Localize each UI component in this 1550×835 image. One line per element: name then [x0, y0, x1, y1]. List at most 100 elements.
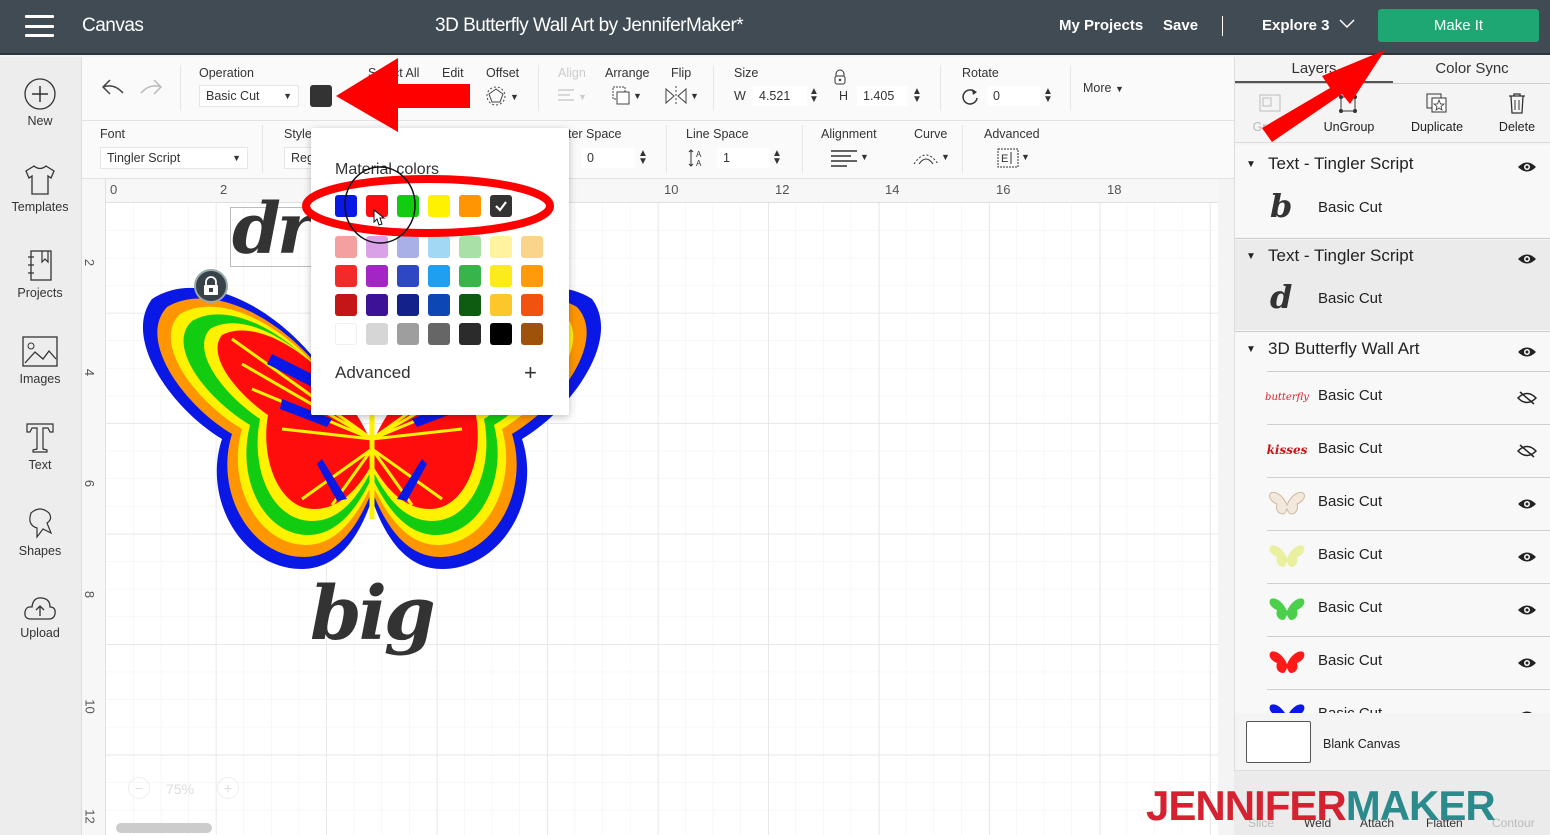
eye-slash-icon[interactable]	[1517, 444, 1537, 458]
arrange-icon[interactable]: ▼	[610, 85, 644, 107]
eye-icon[interactable]	[1517, 709, 1537, 713]
nav-projects[interactable]: Projects	[0, 249, 80, 300]
eye-icon[interactable]	[1517, 345, 1537, 359]
layer-group[interactable]: ▼ Text - Tingler Script b Basic Cut	[1235, 145, 1550, 237]
collapse-triangle-icon[interactable]: ▼	[1246, 159, 1256, 170]
line-space-input[interactable]: 1	[716, 147, 770, 169]
curve-icon[interactable]: ▼	[912, 148, 950, 168]
eye-slash-icon[interactable]	[1517, 391, 1537, 405]
color-swatch[interactable]	[335, 236, 357, 258]
color-swatch[interactable]	[335, 195, 357, 217]
group-button[interactable]: Group	[1230, 88, 1310, 134]
offset-icon[interactable]: ▼	[486, 85, 520, 107]
color-swatch[interactable]	[428, 323, 450, 345]
color-swatch[interactable]	[428, 294, 450, 316]
color-swatch[interactable]	[459, 265, 481, 287]
undo-icon[interactable]	[100, 77, 126, 97]
tab-color-sync[interactable]: Color Sync	[1393, 57, 1550, 83]
color-swatch[interactable]	[428, 195, 450, 217]
letter-space-stepper[interactable]: ▲ ▼	[638, 149, 648, 167]
layer-item[interactable]: butterfly Basic Cut	[1235, 371, 1550, 424]
hamburger-icon[interactable]	[25, 15, 54, 37]
color-swatch[interactable]	[428, 236, 450, 258]
offset-label[interactable]: Offset	[486, 66, 519, 80]
blank-canvas-row[interactable]: Blank Canvas	[1235, 714, 1550, 774]
collapse-triangle-icon[interactable]: ▼	[1246, 251, 1256, 262]
nav-upload[interactable]: Upload	[0, 593, 80, 640]
layer-item[interactable]: d Basic Cut	[1235, 278, 1550, 324]
select-all-label[interactable]: Select All	[368, 66, 419, 80]
advanced-label[interactable]: Advanced	[335, 363, 411, 383]
more-button[interactable]: More ▼	[1083, 81, 1124, 95]
color-swatch[interactable]	[521, 236, 543, 258]
color-swatch[interactable]	[459, 323, 481, 345]
canvas-text-big[interactable]: big	[310, 571, 436, 657]
layer-item[interactable]: b Basic Cut	[1235, 187, 1550, 233]
operation-select[interactable]: Basic Cut ▼	[199, 85, 299, 107]
color-swatch[interactable]	[366, 236, 388, 258]
color-swatch[interactable]	[335, 265, 357, 287]
flip-icon[interactable]: ▼	[664, 85, 700, 107]
color-swatch[interactable]	[490, 323, 512, 345]
eye-icon[interactable]	[1517, 252, 1537, 266]
flip-label[interactable]: Flip	[671, 66, 691, 80]
contour-button[interactable]: Contour	[1492, 816, 1535, 830]
design-canvas[interactable]: 0 2 4 6 8 10 12 14 16 18 2 4 6 8 10 12 d…	[82, 179, 1234, 835]
layer-group[interactable]: ▼ 3D Butterfly Wall Art butterfly Basic C…	[1235, 333, 1550, 713]
color-swatch[interactable]	[459, 236, 481, 258]
eye-icon[interactable]	[1517, 550, 1537, 564]
zoom-out-button[interactable]: −	[128, 777, 150, 799]
nav-text[interactable]: Text	[0, 421, 80, 472]
color-swatch[interactable]	[490, 294, 512, 316]
eye-icon[interactable]	[1517, 656, 1537, 670]
eye-icon[interactable]	[1517, 603, 1537, 617]
color-swatch[interactable]	[397, 323, 419, 345]
color-swatch[interactable]	[366, 294, 388, 316]
color-swatch-selected[interactable]	[490, 195, 512, 217]
collapse-triangle-icon[interactable]: ▼	[1246, 344, 1256, 355]
color-swatch[interactable]	[335, 294, 357, 316]
color-swatch[interactable]	[366, 323, 388, 345]
width-input[interactable]: 4.521	[752, 85, 808, 107]
color-swatch[interactable]	[521, 265, 543, 287]
vertical-scrollbar[interactable]	[1218, 179, 1234, 835]
material-color-swatch[interactable]	[310, 85, 332, 107]
delete-button[interactable]: Delete	[1477, 88, 1550, 134]
layer-item[interactable]: Basic Cut	[1235, 530, 1550, 583]
lock-badge[interactable]	[194, 269, 228, 303]
color-swatch[interactable]	[397, 195, 419, 217]
horizontal-scrollbar[interactable]	[116, 823, 212, 833]
chevron-down-icon[interactable]	[1338, 16, 1356, 30]
height-input[interactable]: 1.405	[856, 85, 908, 107]
alignment-icon[interactable]: ▼	[830, 148, 870, 168]
layer-item[interactable]: Basic Cut	[1235, 689, 1550, 713]
width-stepper[interactable]: ▲ ▼	[809, 87, 819, 105]
make-it-button[interactable]: Make It	[1378, 9, 1539, 42]
arrange-label[interactable]: Arrange	[605, 66, 649, 80]
edit-scissors-icon[interactable]: ▼	[438, 85, 472, 105]
rotate-input[interactable]: 0	[986, 85, 1042, 107]
font-select[interactable]: Tingler Script ▼	[100, 147, 248, 169]
color-swatch[interactable]	[335, 323, 357, 345]
group-header[interactable]: ▼ Text - Tingler Script	[1235, 243, 1550, 273]
layer-item[interactable]: kisses Basic Cut	[1235, 424, 1550, 477]
machine-select[interactable]: Explore 3	[1262, 17, 1330, 34]
rotate-stepper[interactable]: ▲ ▼	[1043, 87, 1053, 105]
layer-group[interactable]: ▼ Text - Tingler Script d Basic Cut	[1235, 240, 1550, 330]
layer-item[interactable]: Basic Cut	[1235, 636, 1550, 689]
layer-item[interactable]: Basic Cut	[1235, 583, 1550, 636]
my-projects-link[interactable]: My Projects	[1059, 17, 1143, 34]
color-swatch[interactable]	[459, 294, 481, 316]
nav-new[interactable]: New	[0, 77, 80, 128]
nav-templates[interactable]: Templates	[0, 163, 80, 214]
color-swatch[interactable]	[459, 195, 481, 217]
line-space-stepper[interactable]: ▲ ▼	[772, 149, 782, 167]
layer-item[interactable]: Basic Cut	[1235, 477, 1550, 530]
color-swatch[interactable]	[397, 236, 419, 258]
eye-icon[interactable]	[1517, 497, 1537, 511]
zoom-in-button[interactable]: +	[217, 777, 239, 799]
canvas-text-dr[interactable]: dr	[232, 187, 314, 270]
lock-icon[interactable]	[833, 69, 847, 85]
tab-layers[interactable]: Layers	[1235, 57, 1393, 83]
group-header[interactable]: ▼ Text - Tingler Script	[1235, 151, 1550, 181]
